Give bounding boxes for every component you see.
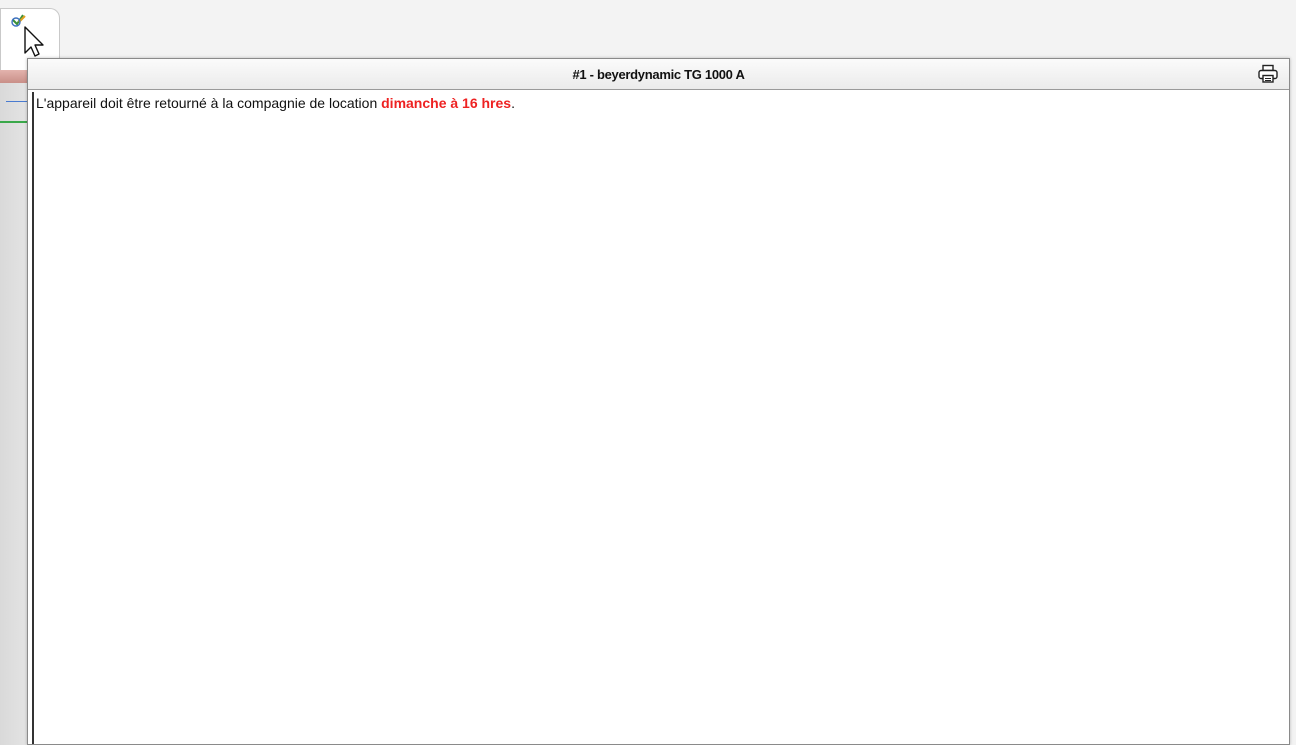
app-window: #1 - beyerdynamic TG 1000 A L'appareil d… — [0, 0, 1296, 745]
printer-icon[interactable] — [1257, 64, 1279, 84]
device-dialog: #1 - beyerdynamic TG 1000 A L'appareil d… — [27, 58, 1290, 745]
notice-text: L'appareil doit être retourné à la compa… — [36, 95, 382, 111]
dialog-title: #1 - beyerdynamic TG 1000 A — [572, 67, 745, 82]
divider-line — [6, 101, 28, 102]
dialog-header: #1 - beyerdynamic TG 1000 A — [28, 59, 1289, 90]
divider-line — [0, 121, 28, 123]
dialog-body: L'appareil doit être retourné à la compa… — [32, 92, 1287, 744]
background-panel — [0, 83, 28, 745]
notice-suffix: . — [511, 95, 515, 111]
return-notice: L'appareil doit être retourné à la compa… — [36, 95, 515, 111]
checkmark-pencil-icon — [11, 14, 44, 57]
tab-strip — [0, 70, 30, 83]
mouse-pointer-icon — [24, 26, 44, 57]
return-deadline: dimanche à 16 hres — [381, 95, 512, 111]
